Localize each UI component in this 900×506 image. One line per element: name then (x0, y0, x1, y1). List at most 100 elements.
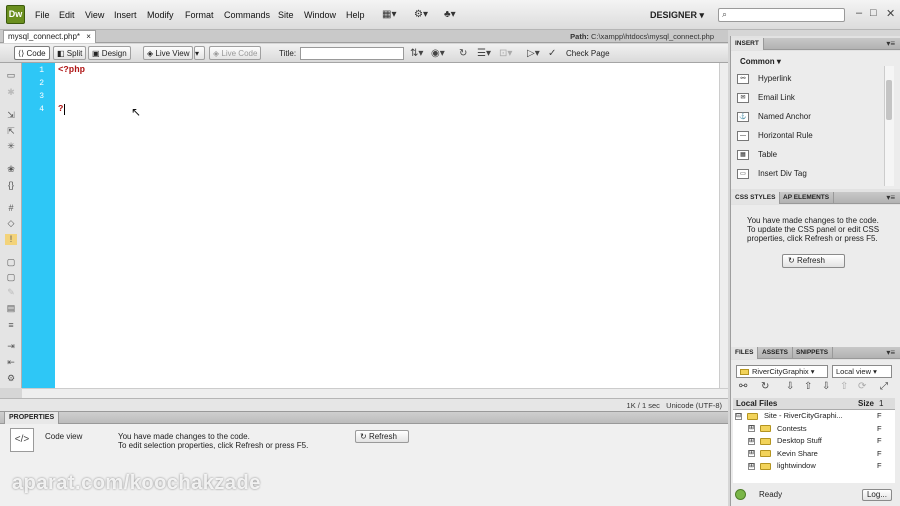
line-numbers-icon[interactable]: # (5, 203, 17, 214)
live-view-dropdown-icon[interactable]: ▾ (194, 46, 205, 60)
workspace-switcher[interactable]: DESIGNER ▾ (650, 10, 704, 21)
file-row-kevin-share[interactable]: ⊞ Kevin Share (748, 448, 818, 461)
log-button[interactable]: Log... (862, 489, 892, 501)
indent-code-icon[interactable]: ⇥ (5, 341, 17, 352)
check-page-icon[interactable]: ✓ (548, 47, 556, 60)
tab-insert[interactable]: INSERT (731, 38, 764, 50)
select-parent-tag-icon[interactable]: ❀ (5, 164, 17, 175)
file-row-desktop-stuff[interactable]: ⊞ Desktop Stuff (748, 435, 822, 448)
expand-icon[interactable]: ⊞ (748, 437, 755, 445)
maximize-button[interactable]: □ (870, 7, 877, 19)
menu-edit[interactable]: Edit (59, 10, 75, 20)
split-view-button[interactable]: ◧ Split (53, 46, 87, 60)
file-row-site[interactable]: ⊟ Site - RiverCityGraphi... (735, 410, 843, 423)
panel-menu-icon[interactable]: ▾≡ (886, 193, 895, 202)
expand-icon[interactable]: ⊞ (748, 462, 755, 470)
document-tab[interactable]: mysql_connect.php* × (3, 30, 96, 43)
open-documents-icon[interactable]: ▭ (5, 70, 17, 81)
code-line[interactable]: ? (58, 104, 63, 114)
expand-panel-icon[interactable]: ⤢ (880, 381, 888, 392)
refresh-icon[interactable]: ↻ (761, 381, 769, 392)
move-css-icon[interactable]: ≡ (5, 320, 17, 331)
folder-icon (760, 462, 771, 470)
file-management-icon[interactable]: ⇅▾ (410, 47, 423, 60)
get-files-icon[interactable]: ⇩ (786, 381, 794, 392)
live-view-button[interactable]: ◈ Live View (143, 46, 194, 60)
menu-site[interactable]: Site (278, 10, 294, 20)
properties-tab[interactable]: PROPERTIES (4, 411, 60, 424)
menu-modify[interactable]: Modify (147, 10, 174, 20)
collapse-selection-icon[interactable]: ⇱ (5, 126, 17, 137)
insert-named-anchor[interactable]: ⚓ Named Anchor (737, 109, 882, 124)
document-path: Path: C:\xampp\htdocs\mysql_connect.php (570, 32, 714, 41)
properties-message-2: To edit selection properties, click Refr… (118, 441, 309, 450)
preview-browser-icon[interactable]: ◉▾ (431, 47, 445, 60)
insert-scroll-thumb[interactable] (886, 80, 892, 120)
connect-icon[interactable]: ⚯ (739, 381, 747, 392)
validate-markup-icon[interactable]: ▷▾ (527, 47, 540, 60)
insert-hyperlink[interactable]: ⚯ Hyperlink (737, 71, 882, 86)
recent-snippets-icon[interactable]: ▤ (5, 303, 17, 314)
highlight-invalid-code-icon[interactable]: ◇ (5, 218, 17, 229)
tab-snippets[interactable]: SNIPPETS (792, 347, 834, 359)
layout-menu-icon[interactable]: ▦▾ (382, 8, 396, 22)
view-options-icon[interactable]: ☰▾ (477, 47, 491, 60)
menu-format[interactable]: Format (185, 10, 214, 20)
balance-braces-icon[interactable]: {} (5, 180, 17, 191)
collapse-icon[interactable]: ⊟ (735, 412, 742, 420)
expand-icon[interactable]: ⊞ (748, 450, 755, 458)
menu-help[interactable]: Help (346, 10, 365, 20)
local-files-header[interactable]: Local Files (736, 399, 777, 408)
design-view-label: Design (101, 49, 127, 58)
menu-window[interactable]: Window (304, 10, 336, 20)
put-files-icon[interactable]: ⇧ (804, 381, 812, 392)
apply-comment-icon[interactable]: ▢ (5, 257, 17, 268)
code-line[interactable]: <?php (58, 65, 85, 75)
menu-file[interactable]: File (35, 10, 50, 20)
menu-commands[interactable]: Commands (224, 10, 270, 20)
check-out-icon[interactable]: ⇩ (822, 381, 830, 392)
tab-ap-elements[interactable]: AP ELEMENTS (779, 192, 835, 204)
editor-vertical-scrollbar[interactable] (719, 63, 728, 388)
file-row-lightwindow[interactable]: ⊞ lightwindow (748, 460, 816, 473)
menu-insert[interactable]: Insert (114, 10, 137, 20)
css-refresh-button[interactable]: ↻ Refresh (782, 254, 845, 268)
extend-menu-icon[interactable]: ⚙▾ (414, 8, 428, 22)
view-select[interactable]: Local view ▾ (832, 365, 892, 378)
expand-icon[interactable]: ⊞ (748, 425, 755, 433)
code-editor[interactable] (55, 63, 719, 388)
file-row-contests[interactable]: ⊞ Contests (748, 423, 807, 436)
tab-css-styles[interactable]: CSS STYLES (731, 192, 781, 204)
panel-menu-icon[interactable]: ▾≡ (886, 348, 895, 357)
size-header[interactable]: Size (858, 399, 874, 408)
properties-refresh-button[interactable]: ↻ Refresh (355, 430, 409, 443)
expand-all-icon[interactable]: ✳ (5, 141, 17, 152)
remove-comment-icon[interactable]: ▢ (5, 272, 17, 283)
close-tab-icon[interactable]: × (86, 32, 91, 41)
close-button[interactable]: ✕ (886, 7, 895, 20)
check-page-label[interactable]: Check Page (566, 49, 610, 58)
site-select[interactable]: RiverCityGraphix ▾ (736, 365, 828, 378)
code-view-button[interactable]: ⟨⟩ Code (14, 46, 50, 60)
format-source-code-icon[interactable]: ⚙ (5, 373, 17, 384)
tab-files[interactable]: FILES (731, 347, 759, 359)
properties-message-1: You have made changes to the code. (118, 432, 250, 441)
insert-category-dropdown[interactable]: Common ▾ (740, 57, 781, 66)
help-search-input[interactable]: ⌕ (718, 8, 845, 22)
design-view-button[interactable]: ▣ Design (88, 46, 131, 60)
insert-email-link[interactable]: ✉ Email Link (737, 90, 882, 105)
panel-menu-icon[interactable]: ▾≡ (886, 39, 895, 48)
menu-view[interactable]: View (85, 10, 104, 20)
refresh-icon[interactable]: ↻ (459, 47, 467, 60)
insert-table[interactable]: ▦ Table (737, 147, 882, 162)
site-menu-icon[interactable]: ♣▾ (444, 8, 456, 22)
insert-horizontal-rule[interactable]: ― Horizontal Rule (737, 128, 882, 143)
tab-assets[interactable]: ASSETS (758, 347, 794, 359)
title-input[interactable] (300, 47, 404, 60)
minimize-button[interactable]: – (856, 7, 862, 19)
outdent-code-icon[interactable]: ⇤ (5, 357, 17, 368)
collapse-tag-icon[interactable]: ⇲ (5, 110, 17, 121)
syntax-error-alerts-icon[interactable]: ! (5, 234, 17, 245)
insert-div-tag[interactable]: ▭ Insert Div Tag (737, 166, 882, 181)
editor-horizontal-scrollbar[interactable] (22, 388, 728, 398)
